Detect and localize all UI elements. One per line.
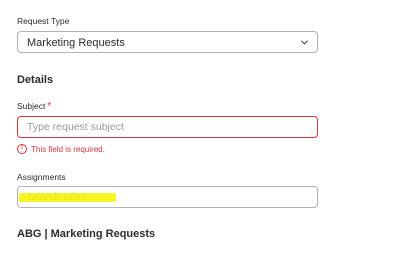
subject-field-wrapper xyxy=(17,116,318,138)
request-type-label: Request Type xyxy=(17,16,70,26)
request-type-dropdown[interactable]: Marketing Requests xyxy=(17,31,318,53)
assignments-search-input[interactable] xyxy=(18,187,317,207)
request-type-value: Marketing Requests xyxy=(27,37,125,49)
subject-label-row: Subject * xyxy=(17,101,51,112)
section-heading: ABG | Marketing Requests xyxy=(17,228,156,240)
alert-circle-icon: ! xyxy=(17,144,27,154)
subject-error-message: This field is required. xyxy=(31,145,105,154)
details-heading: Details xyxy=(17,74,54,86)
assignments-field-wrapper xyxy=(17,186,318,208)
subject-label: Subject xyxy=(17,101,46,111)
assignments-label: Assignments xyxy=(17,172,66,182)
subject-input[interactable] xyxy=(18,117,317,137)
chevron-down-icon xyxy=(300,40,309,45)
required-marker: * xyxy=(47,101,52,112)
error-icon-glyph: ! xyxy=(20,144,24,151)
